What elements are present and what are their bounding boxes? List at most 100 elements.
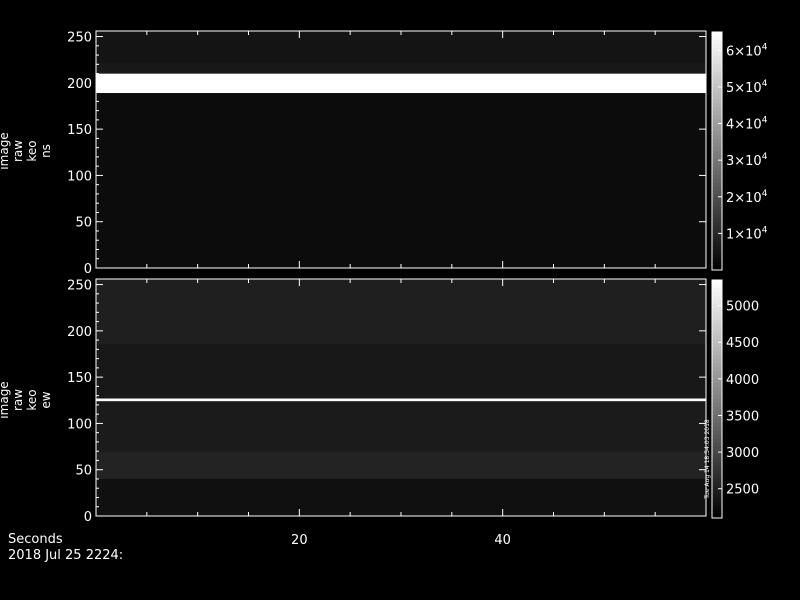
- colorbar-step: [712, 198, 722, 204]
- colorbar-step: [712, 166, 722, 172]
- colorbar-step: [712, 87, 722, 93]
- colorbar-step: [712, 434, 722, 440]
- ylabel-line-3-ew: keo: [25, 389, 39, 410]
- colorbar-tick-label: 6×104: [726, 42, 768, 59]
- colorbar-step: [712, 162, 722, 168]
- colorbar-step: [712, 79, 722, 85]
- colorbar-step: [712, 399, 722, 404]
- colorbar-step: [712, 67, 722, 73]
- y-tick-label: 200: [67, 325, 92, 340]
- plot-area-ns: [96, 31, 706, 268]
- colorbar-step: [712, 63, 722, 69]
- y-tick-label: 200: [67, 77, 92, 92]
- colorbar-step: [712, 466, 722, 471]
- colorbar-step: [712, 91, 722, 97]
- heatmap-band-4: [96, 31, 706, 63]
- colorbar-step: [712, 39, 722, 45]
- colorbar-step: [712, 95, 722, 101]
- colorbar-step: [712, 291, 722, 297]
- y-tick-label: 100: [67, 417, 92, 432]
- colorbar-step: [712, 214, 722, 220]
- heatmap-band-1: [96, 478, 706, 516]
- colorbar-step: [712, 210, 722, 216]
- y-tick-label: 0: [84, 510, 92, 525]
- x-tick-label: 40: [494, 533, 511, 548]
- x-tick-label: 20: [291, 533, 308, 548]
- plot-area-ew: [96, 279, 706, 516]
- colorbar-step: [712, 99, 722, 104]
- colorbar-step: [712, 371, 722, 376]
- colorbar-step: [712, 135, 722, 140]
- colorbar-step: [712, 450, 722, 456]
- colorbar-step: [712, 158, 722, 164]
- colorbar-step: [712, 230, 722, 235]
- colorbar-step: [712, 246, 722, 251]
- x-axis-label: Seconds: [8, 532, 63, 547]
- ylabel-line-3-ns: keo: [25, 140, 39, 161]
- colorbar-step: [712, 226, 722, 231]
- y-tick-label: 250: [67, 279, 92, 294]
- colorbar-step: [712, 351, 722, 356]
- colorbar-step: [712, 363, 722, 368]
- colorbar-step: [712, 202, 722, 208]
- heatmap-band-3: [96, 401, 706, 452]
- colorbar-step: [712, 258, 722, 263]
- y-tick-label: 0: [84, 262, 92, 277]
- colorbar-step: [712, 222, 722, 227]
- colorbar-step: [712, 323, 722, 329]
- ylabel-line-4-ns: ns: [39, 144, 53, 158]
- colorbar-step: [712, 430, 722, 436]
- colorbar-step: [712, 250, 722, 255]
- footer-date: 2018 Jul 25 2224:: [8, 548, 123, 563]
- colorbar-step: [712, 283, 722, 289]
- colorbar-step: [712, 410, 722, 416]
- colorbar-step: [712, 103, 722, 108]
- colorbar-step: [712, 474, 722, 479]
- colorbar-step: [712, 426, 722, 432]
- colorbar-step: [712, 143, 722, 148]
- colorbar-step: [712, 331, 722, 337]
- colorbar-step: [712, 280, 722, 285]
- colorbar-side-label: Tue Aug 14 18:54:03 2018: [704, 419, 711, 500]
- y-tick-label: 100: [67, 169, 92, 184]
- colorbar-step: [712, 327, 722, 333]
- colorbar-step: [712, 111, 722, 116]
- ylabel-line-2-ew: raw: [11, 389, 25, 411]
- colorbar-tick-label: 3000: [726, 446, 759, 461]
- colorbar-step: [712, 418, 722, 424]
- colorbar-step: [712, 238, 722, 243]
- colorbar-step: [712, 490, 722, 495]
- ylabel-line-1-ns: image: [0, 132, 11, 169]
- colorbar-step: [712, 383, 722, 388]
- colorbar-step: [712, 406, 722, 412]
- colorbar-step: [712, 319, 722, 325]
- colorbar-step: [712, 51, 722, 57]
- colorbar-step: [712, 131, 722, 136]
- colorbar-step: [712, 234, 722, 239]
- colorbar-tick-label: 4×104: [726, 116, 768, 133]
- colorbar-step: [712, 170, 722, 176]
- colorbar-step: [712, 107, 722, 112]
- colorbar-step: [712, 402, 722, 408]
- colorbar-step: [712, 422, 722, 428]
- heatmap-band-6: [96, 279, 706, 345]
- colorbar-step: [712, 478, 722, 483]
- colorbar-step: [712, 287, 722, 293]
- colorbar-step: [712, 182, 722, 188]
- heatmap-band-4: [96, 398, 706, 402]
- y-tick-label: 50: [75, 464, 92, 479]
- ylabel-line-4-ew: ew: [39, 391, 53, 408]
- colorbar-step: [712, 242, 722, 247]
- colorbar-step: [712, 462, 722, 468]
- colorbar-step: [712, 174, 722, 180]
- colorbar-step: [712, 347, 722, 352]
- colorbar-step: [712, 315, 722, 321]
- colorbar-tick-label: 2500: [726, 483, 759, 498]
- colorbar-step: [712, 307, 722, 313]
- colorbar-step: [712, 343, 722, 349]
- colorbar-step: [712, 151, 722, 156]
- colorbar-step: [712, 494, 722, 499]
- colorbar-step: [712, 395, 722, 400]
- heatmap-band-1: [96, 93, 706, 268]
- colorbar-step: [712, 387, 722, 392]
